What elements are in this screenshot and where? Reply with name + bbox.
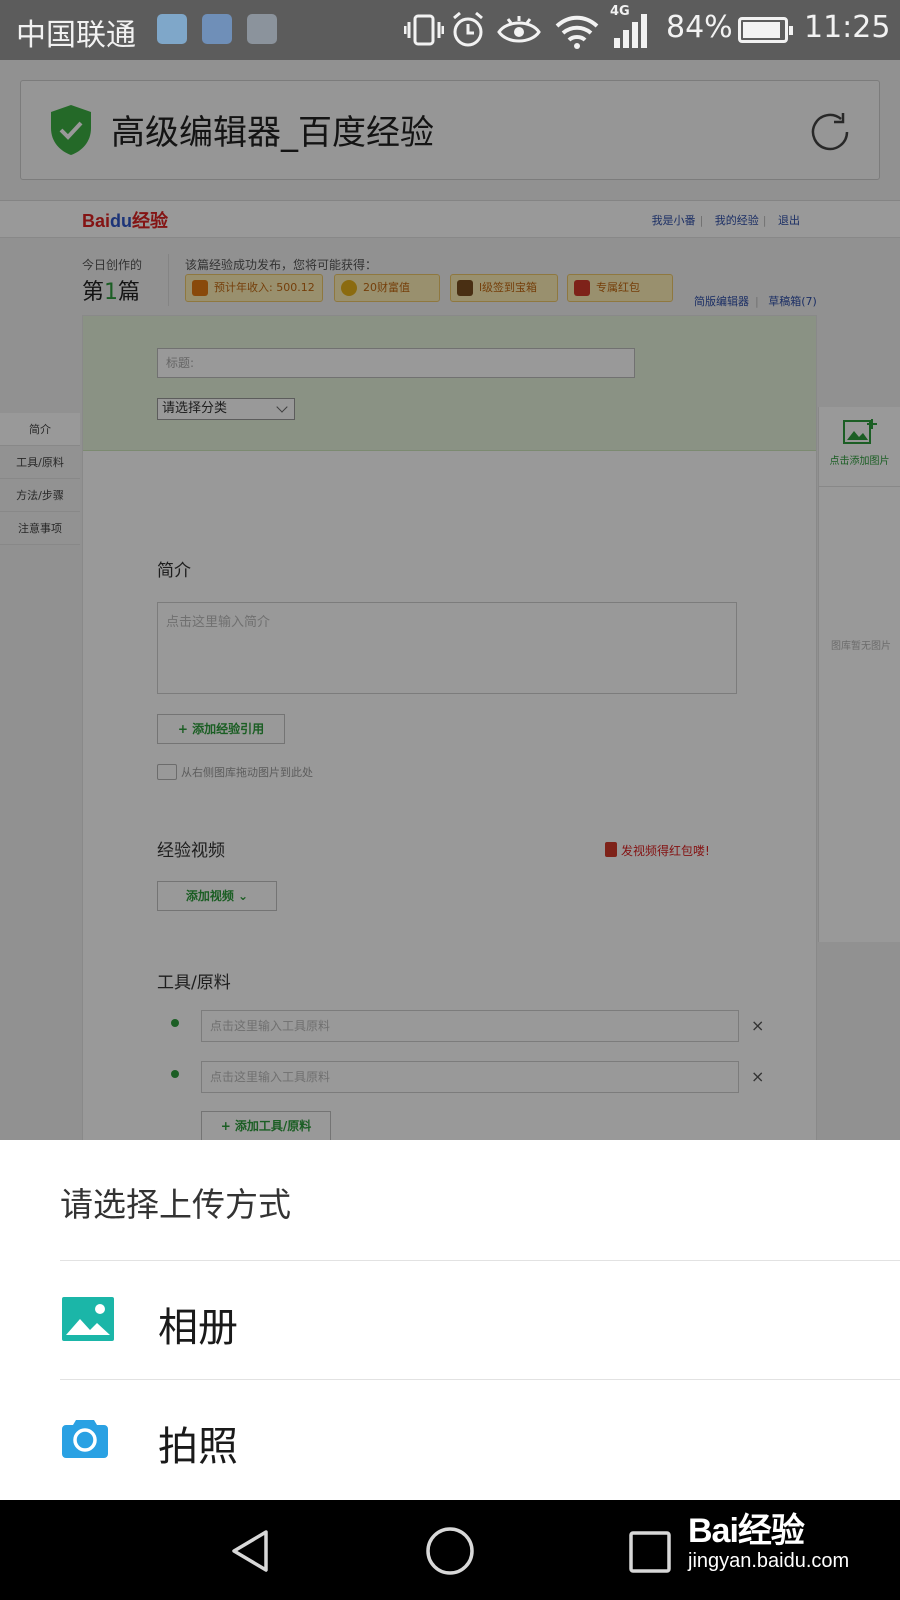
browser-app-icon <box>157 14 187 44</box>
status-bar: 中国联通 4G 84% 11:25 <box>0 0 900 60</box>
alarm-icon <box>453 11 483 47</box>
watermark-logo: Bai经验 <box>688 1512 805 1550</box>
sheet-title: 请选择上传方式 <box>60 1185 291 1224</box>
dim-overlay[interactable] <box>0 60 900 1140</box>
signal-icon <box>614 14 647 48</box>
recents-icon[interactable] <box>628 1530 672 1574</box>
upload-method-sheet: 请选择上传方式 相册 拍照 <box>0 1140 900 1500</box>
battery-icon <box>738 17 793 43</box>
gallery-icon <box>62 1297 114 1341</box>
gallery-app-icon <box>247 14 277 44</box>
option-gallery[interactable]: 相册 <box>0 1261 900 1379</box>
battery-percent: 84% <box>666 10 733 45</box>
camera-icon <box>62 1420 108 1458</box>
carrier-name: 中国联通 <box>16 18 136 53</box>
home-icon[interactable] <box>425 1526 475 1576</box>
watermark-url: jingyan.baidu.com <box>688 1550 850 1572</box>
option-camera[interactable]: 拍照 <box>0 1380 900 1498</box>
camera-label: 拍照 <box>158 1424 238 1470</box>
wifi-icon <box>555 15 599 49</box>
back-icon[interactable] <box>228 1528 272 1574</box>
health-app-icon <box>202 14 232 44</box>
baidu-watermark: Bai经验 jingyan.baidu.com <box>688 1503 849 1573</box>
vibrate-icon <box>404 14 444 46</box>
gallery-label: 相册 <box>158 1305 238 1351</box>
clock: 11:25 <box>804 10 891 45</box>
eye-comfort-icon <box>497 16 541 43</box>
